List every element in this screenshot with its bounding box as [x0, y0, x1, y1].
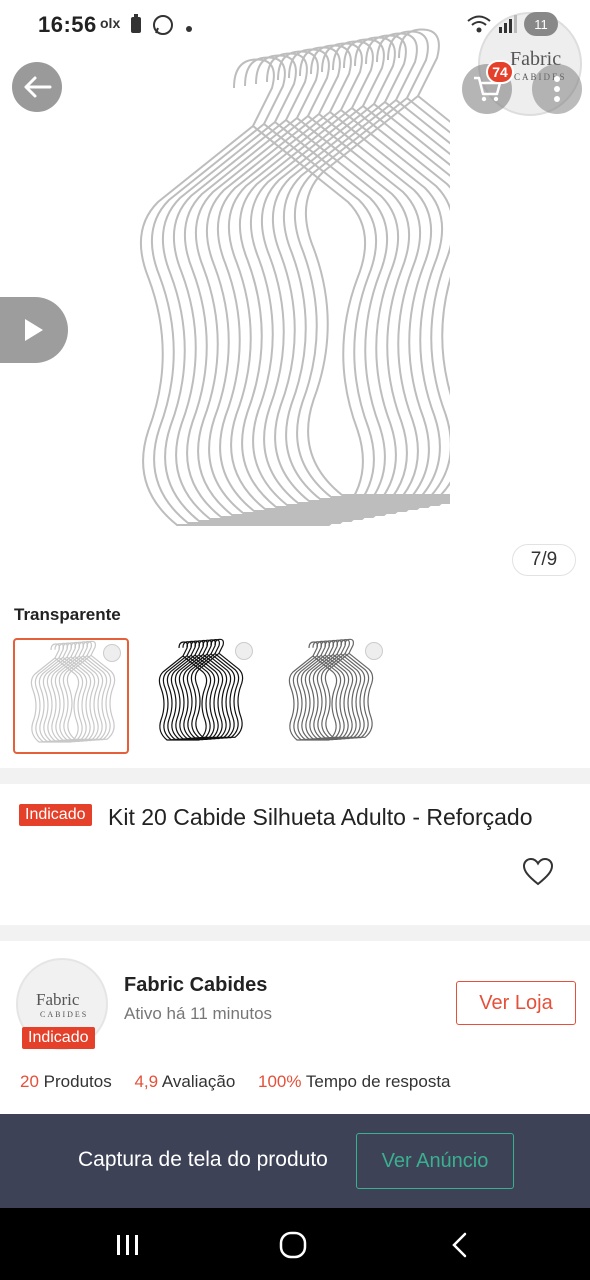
- play-video-button[interactable]: [0, 297, 68, 363]
- home-icon: [279, 1231, 307, 1259]
- rating-value: 4,9: [134, 1072, 159, 1091]
- more-options-button[interactable]: [532, 64, 582, 114]
- status-time: 16:56: [38, 12, 97, 37]
- products-count: 20: [20, 1072, 39, 1091]
- battery-saver-icon: [130, 14, 142, 39]
- indicado-badge: Indicado: [19, 804, 92, 826]
- section-divider: [0, 925, 590, 941]
- hanger-outline: [150, 56, 378, 524]
- cart-count-badge: 74: [486, 60, 514, 84]
- ver-anuncio-button[interactable]: Ver Anúncio: [356, 1133, 514, 1189]
- store-indicado-badge: Indicado: [22, 1027, 95, 1049]
- play-icon: [25, 319, 43, 341]
- variation-thumb-cinza[interactable]: [273, 638, 389, 754]
- variation-thumb-preto[interactable]: [143, 638, 259, 754]
- products-label: Produtos: [43, 1072, 112, 1091]
- store-avatar-name: Fabric: [36, 990, 80, 1009]
- section-divider: [0, 768, 590, 784]
- response-rate: 100%: [258, 1072, 302, 1091]
- store-stats: 20 Produtos 4,9 Avaliação 100% Tempo de …: [20, 1072, 451, 1092]
- arrow-left-icon: [24, 76, 52, 98]
- thumb-store-logo: [235, 642, 253, 660]
- recent-apps-button[interactable]: [103, 1222, 153, 1268]
- signal-icon: [498, 14, 518, 39]
- hanger-stack-image: [139, 28, 450, 526]
- back-button[interactable]: [12, 62, 62, 112]
- store-name[interactable]: Fabric Cabides: [124, 974, 267, 997]
- product-title: Kit 20 Cabide Silhueta Adulto - Reforçad…: [108, 804, 533, 830]
- store-active-status: Ativo há 11 minutos: [124, 1004, 273, 1023]
- hanger-outline: [304, 28, 450, 496]
- home-button[interactable]: [268, 1222, 318, 1268]
- olx-notification-icon: olx: [100, 15, 121, 31]
- chevron-left-icon: [452, 1232, 467, 1258]
- variation-thumb-transparente[interactable]: [13, 638, 129, 754]
- recent-apps-icon: [117, 1235, 138, 1255]
- more-vertical-icon: [554, 76, 560, 102]
- rating-label: Avaliação: [161, 1072, 236, 1091]
- store-avatar-sub: CABIDES: [40, 1010, 89, 1019]
- thumb-store-logo: [365, 642, 383, 660]
- banner-text: Captura de tela do produto: [78, 1148, 328, 1171]
- image-page-indicator: 7/9: [512, 544, 576, 576]
- variation-label: Transparente: [14, 605, 121, 624]
- back-nav-button[interactable]: [434, 1222, 484, 1268]
- ver-loja-button[interactable]: Ver Loja: [456, 981, 576, 1025]
- thumb-store-logo: [103, 644, 121, 662]
- hanger-outline: [139, 58, 367, 526]
- wifi-icon: [466, 14, 492, 39]
- heart-icon: [522, 857, 554, 886]
- status-bar: 16:56 olx: [0, 0, 590, 50]
- whatsapp-icon: [152, 14, 174, 41]
- dot-icon: [185, 20, 193, 38]
- favorite-button[interactable]: [520, 854, 556, 890]
- response-label: Tempo de resposta: [305, 1072, 451, 1091]
